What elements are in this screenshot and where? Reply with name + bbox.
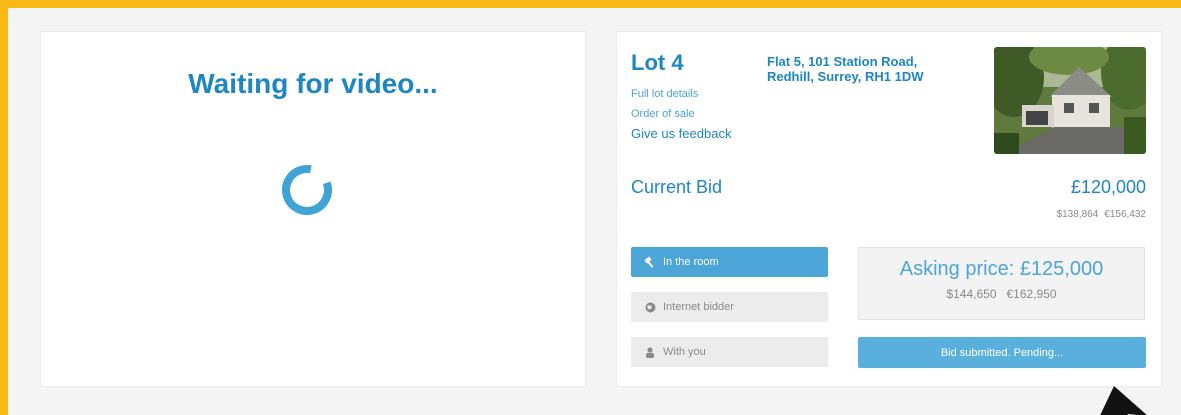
lot-photo[interactable]: [994, 47, 1146, 154]
bidder-label: In the room: [663, 256, 719, 268]
full-lot-details-link[interactable]: Full lot details: [631, 88, 698, 100]
mouse-cursor-icon: [1100, 386, 1147, 415]
bidder-with-you[interactable]: With you: [631, 337, 828, 367]
bid-status-button[interactable]: Bid submitted. Pending...: [858, 337, 1146, 368]
lot-panel: Lot 4 Flat 5, 101 Station Road, Redhill,…: [617, 32, 1161, 386]
video-status-title: Waiting for video...: [188, 68, 438, 99]
asking-usd: $144,650: [946, 287, 997, 301]
lot-title: Lot 4: [631, 50, 684, 75]
current-bid-eur: €156,432: [1104, 209, 1146, 220]
bidder-internet[interactable]: Internet bidder: [631, 292, 828, 322]
lot-address-line2: Redhill, Surrey, RH1 1DW: [767, 69, 924, 84]
page-background: Waiting for video... Lot 4 Flat 5, 101 S…: [8, 8, 1181, 415]
asking-price-box: Asking price: £125,000 $144,650 €162,950: [858, 247, 1145, 320]
lot-address-line1: Flat 5, 101 Station Road,: [767, 54, 918, 69]
current-bid-value: £120,000: [1070, 177, 1146, 197]
loading-spinner-icon: [282, 165, 332, 215]
asking-price-conversions: $144,650 €162,950: [859, 287, 1144, 301]
bidder-label: With you: [663, 346, 706, 358]
asking-eur: €162,950: [1006, 287, 1057, 301]
globe-icon: [643, 300, 657, 314]
user-icon: [643, 345, 657, 359]
bidder-label: Internet bidder: [663, 301, 734, 313]
video-panel: Waiting for video...: [41, 32, 585, 386]
gavel-icon: [643, 255, 657, 269]
current-bid-usd: $138,864: [1056, 209, 1099, 220]
give-feedback-link[interactable]: Give us feedback: [631, 126, 731, 141]
current-bid-label: Current Bid: [631, 177, 723, 197]
current-bid-conversions: $138,864 €156,432: [1057, 209, 1146, 220]
bidder-in-the-room[interactable]: In the room: [631, 247, 828, 277]
asking-price: Asking price: £125,000: [899, 258, 1104, 280]
order-of-sale-link[interactable]: Order of sale: [631, 108, 695, 120]
lot-address: Flat 5, 101 Station Road, Redhill, Surre…: [767, 54, 977, 84]
house-photo-icon: [994, 47, 1146, 154]
